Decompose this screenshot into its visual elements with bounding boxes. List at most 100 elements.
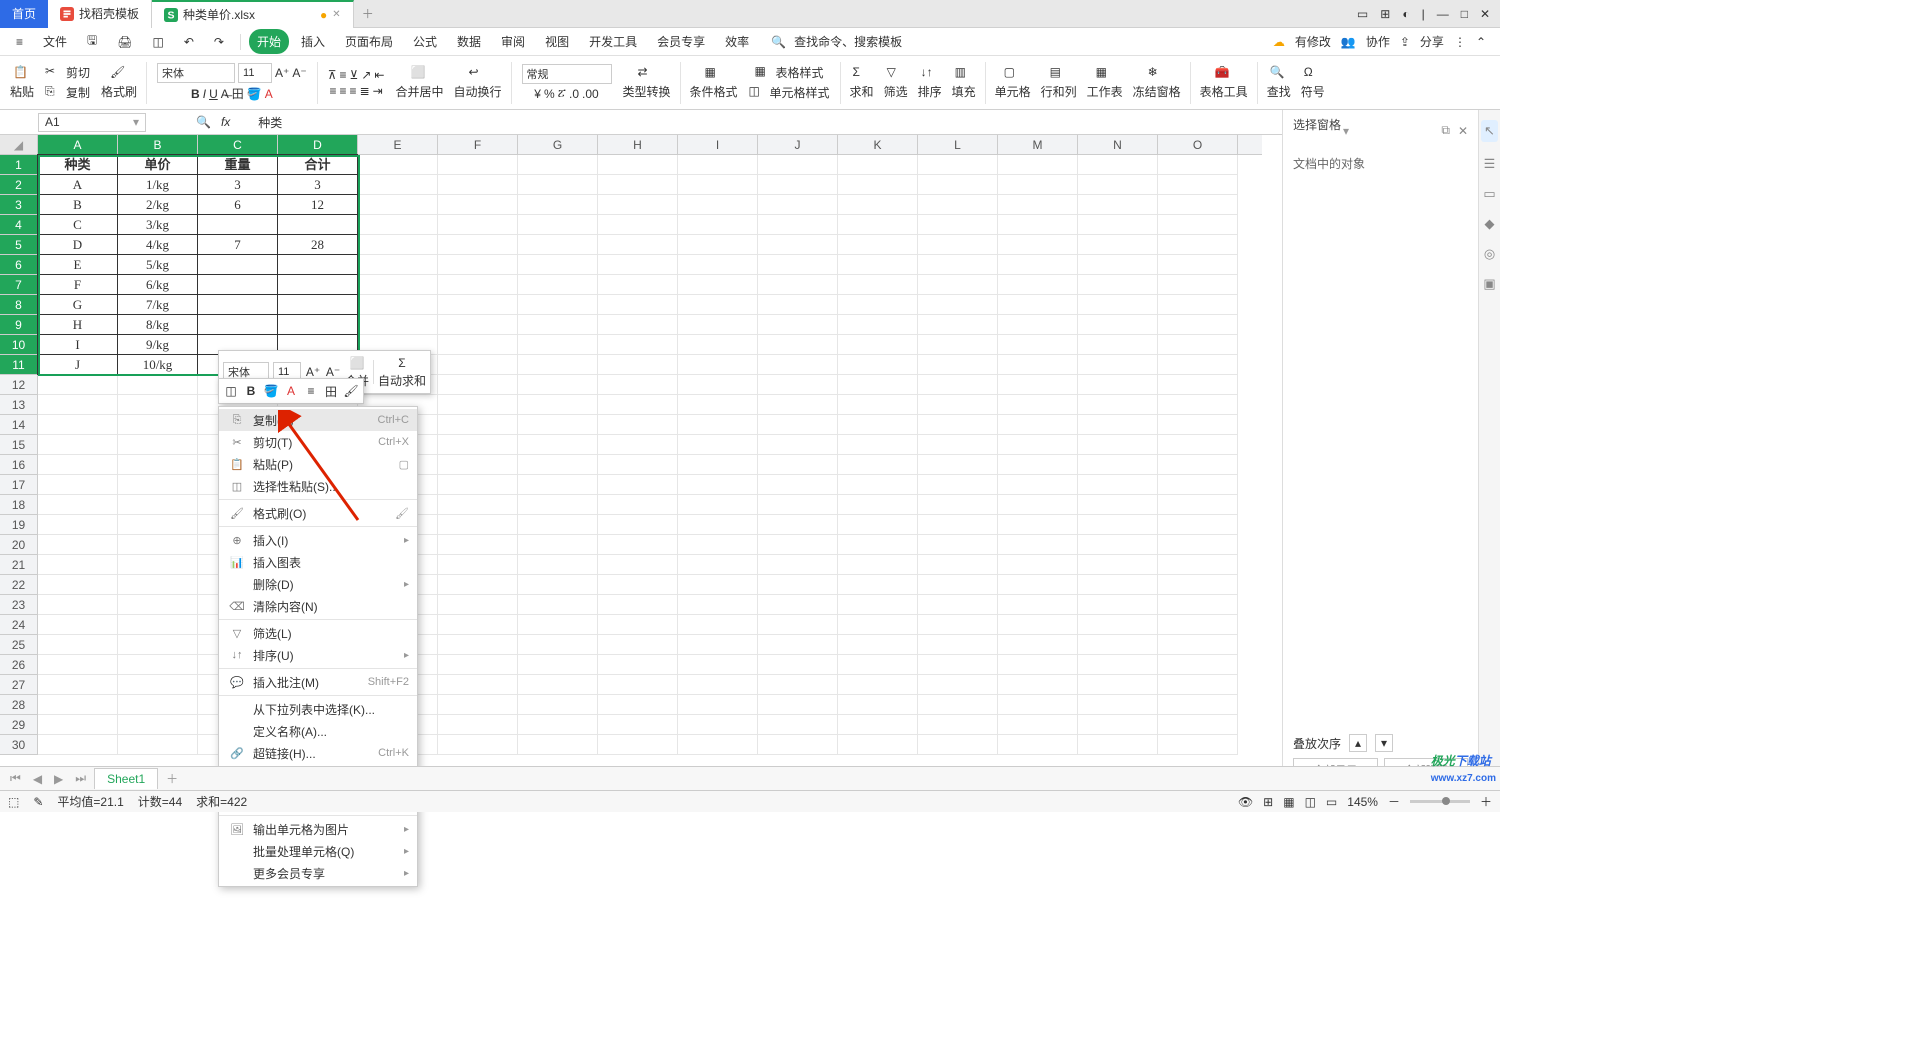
cell[interactable] [758, 635, 838, 655]
cell[interactable] [598, 375, 678, 395]
cell[interactable] [598, 495, 678, 515]
qat-preview-icon[interactable]: ◫ [145, 31, 172, 53]
tab-next-icon[interactable]: ▶ [50, 772, 67, 786]
ctx-batch[interactable]: 批量处理单元格(Q)▸ [219, 840, 417, 862]
tab-template[interactable]: 找稻壳模板 [48, 0, 152, 28]
cell[interactable] [1158, 195, 1238, 215]
ctx-filter[interactable]: ▽筛选(L) [219, 622, 417, 644]
mini-clear-icon[interactable]: ◫ [223, 383, 239, 399]
cell[interactable] [518, 515, 598, 535]
cell[interactable] [758, 355, 838, 375]
cell[interactable] [998, 615, 1078, 635]
cell[interactable] [518, 735, 598, 755]
cell[interactable] [358, 235, 438, 255]
cell[interactable] [918, 375, 998, 395]
cell[interactable] [918, 575, 998, 595]
cell[interactable] [678, 315, 758, 335]
cell[interactable] [678, 415, 758, 435]
col-header[interactable]: F [438, 135, 518, 154]
share-icon[interactable]: ⇪ [1400, 35, 1410, 49]
cell[interactable] [118, 555, 198, 575]
cell[interactable] [758, 515, 838, 535]
cell[interactable] [358, 195, 438, 215]
cell[interactable] [1158, 635, 1238, 655]
inc-dec-icon[interactable]: .0 [569, 87, 579, 101]
cell[interactable]: 6 [197, 194, 278, 215]
cell[interactable] [118, 535, 198, 555]
cell[interactable] [1078, 655, 1158, 675]
cell[interactable] [1078, 195, 1158, 215]
cell[interactable] [1158, 695, 1238, 715]
font-color-button[interactable]: A [265, 87, 273, 101]
mini-fontcolor-icon[interactable]: A [283, 383, 299, 399]
col-header[interactable]: L [918, 135, 998, 154]
cell[interactable] [1158, 355, 1238, 375]
row-header[interactable]: 1 [0, 155, 38, 175]
cell[interactable] [438, 195, 518, 215]
cell[interactable] [118, 675, 198, 695]
cell[interactable] [918, 475, 998, 495]
cell[interactable] [1158, 295, 1238, 315]
close-button[interactable]: ✕ [1480, 7, 1490, 21]
mini-brush-icon[interactable]: 🖌 [343, 383, 359, 399]
cell[interactable] [1158, 215, 1238, 235]
cell[interactable] [1158, 155, 1238, 175]
cell[interactable] [1078, 675, 1158, 695]
cell[interactable] [1158, 595, 1238, 615]
cell[interactable] [38, 475, 118, 495]
cell[interactable]: 3 [277, 174, 358, 195]
number-format-select[interactable]: 常规 [522, 64, 612, 84]
cell[interactable] [277, 294, 358, 315]
cell[interactable] [1078, 635, 1158, 655]
cell[interactable] [1078, 615, 1158, 635]
cell[interactable] [598, 475, 678, 495]
italic-button[interactable]: I [203, 87, 206, 101]
cell[interactable] [998, 255, 1078, 275]
row-header[interactable]: 16 [0, 455, 38, 475]
cell[interactable] [838, 495, 918, 515]
cell[interactable] [918, 255, 998, 275]
cell[interactable] [998, 415, 1078, 435]
ctx-dropdown[interactable]: 从下拉列表中选择(K)... [219, 698, 417, 720]
col-header[interactable]: M [998, 135, 1078, 154]
cell[interactable] [918, 395, 998, 415]
ctx-comment[interactable]: 💬插入批注(M)Shift+F2 [219, 671, 417, 693]
new-tab-button[interactable]: ＋ [354, 0, 382, 28]
cell[interactable] [678, 455, 758, 475]
cell[interactable] [1158, 315, 1238, 335]
copy-icon[interactable]: ⎘ [45, 84, 63, 102]
cell[interactable] [438, 355, 518, 375]
cell[interactable] [678, 175, 758, 195]
cell[interactable] [518, 155, 598, 175]
cell[interactable]: 合计 [277, 154, 358, 175]
cut-icon[interactable]: ✂ [45, 64, 63, 82]
cell[interactable] [438, 575, 518, 595]
cell[interactable] [518, 535, 598, 555]
side-backup-icon[interactable]: ◎ [1484, 246, 1495, 262]
cell[interactable] [838, 635, 918, 655]
cell[interactable] [678, 295, 758, 315]
cell[interactable] [38, 375, 118, 395]
cell[interactable] [438, 735, 518, 755]
cell[interactable] [438, 475, 518, 495]
cell[interactable] [838, 515, 918, 535]
row-header[interactable]: 14 [0, 415, 38, 435]
cell[interactable] [758, 315, 838, 335]
cell[interactable] [358, 155, 438, 175]
cell[interactable] [678, 675, 758, 695]
cell[interactable] [118, 655, 198, 675]
cell[interactable]: D [37, 234, 118, 255]
menu-layout[interactable]: 页面布局 [337, 29, 401, 54]
side-property-icon[interactable]: ▭ [1483, 186, 1495, 202]
row-header[interactable]: 17 [0, 475, 38, 495]
cell[interactable] [998, 235, 1078, 255]
col-header[interactable]: B [118, 135, 198, 154]
cell[interactable] [998, 675, 1078, 695]
cell[interactable] [758, 555, 838, 575]
col-header[interactable]: G [518, 135, 598, 154]
cell[interactable] [1078, 475, 1158, 495]
cell[interactable] [438, 155, 518, 175]
cell[interactable] [678, 715, 758, 735]
cell[interactable] [998, 735, 1078, 755]
cell[interactable] [678, 435, 758, 455]
